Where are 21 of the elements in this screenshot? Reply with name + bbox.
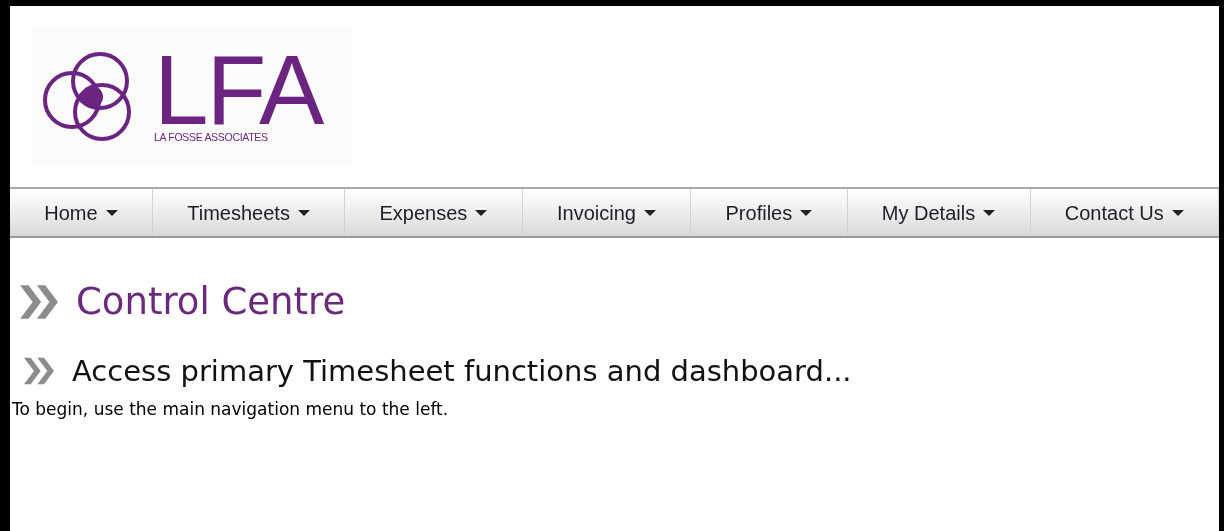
menu-item[interactable]: Expenses bbox=[345, 189, 523, 236]
intro-text: To begin, use the main navigation menu to the left. bbox=[12, 398, 450, 421]
logo-tagline: LA FOSSE ASSOCIATES bbox=[154, 132, 269, 143]
chevron-icon bbox=[22, 356, 56, 387]
chevron-icon bbox=[18, 282, 60, 321]
menu-item[interactable]: Timesheets bbox=[152, 189, 346, 236]
caret-icon bbox=[643, 209, 656, 216]
caret-icon bbox=[983, 209, 996, 216]
menu-item[interactable]: Home bbox=[10, 189, 153, 236]
page-title: Control Centre bbox=[76, 279, 346, 325]
menu-item[interactable]: Profiles bbox=[691, 189, 848, 236]
caret-icon bbox=[297, 209, 310, 216]
menu-item[interactable]: Invoicing bbox=[522, 189, 692, 236]
caret-icon bbox=[800, 209, 813, 216]
logo-text: LFA bbox=[154, 49, 323, 133]
caret-icon bbox=[1171, 209, 1184, 216]
page-subtitle: Access primary Timesheet functions and dashboard... bbox=[72, 352, 852, 390]
menu-item[interactable]: Contact Us bbox=[1030, 189, 1220, 236]
caret-icon bbox=[105, 209, 118, 216]
menu-item[interactable]: My Details bbox=[847, 189, 1031, 236]
caret-icon bbox=[475, 209, 488, 216]
